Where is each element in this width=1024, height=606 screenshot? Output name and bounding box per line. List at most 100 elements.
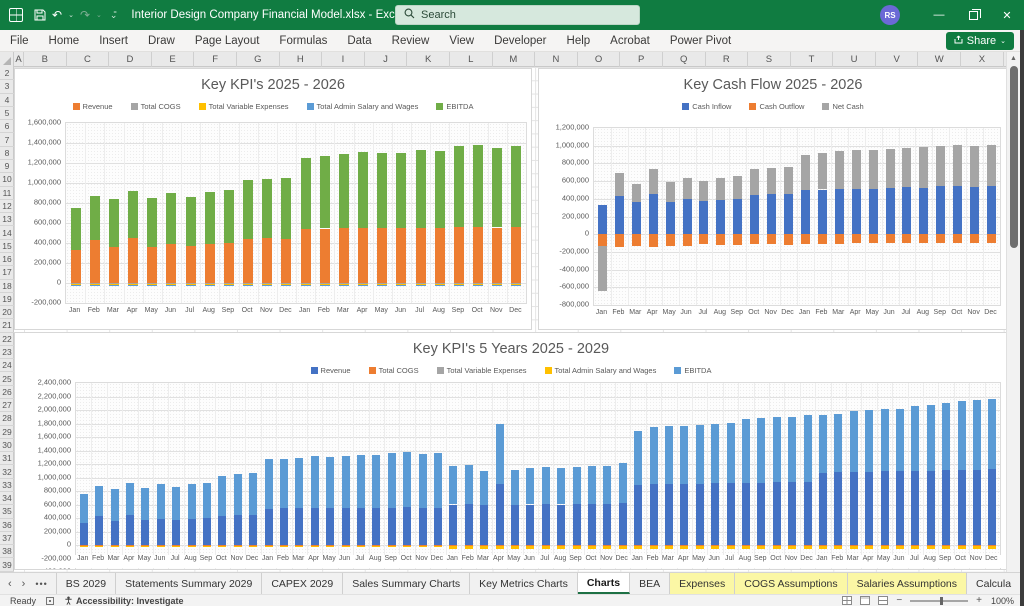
zoom-in-button[interactable]: + <box>976 595 982 606</box>
select-all-corner[interactable] <box>0 52 14 67</box>
column-header-B[interactable]: B <box>24 52 67 67</box>
row-header-14[interactable]: 14 <box>0 226 14 239</box>
sheet-tab-bs-2029[interactable]: BS 2029 <box>56 573 116 594</box>
ribbon-tab-review[interactable]: Review <box>382 30 440 52</box>
column-header-V[interactable]: V <box>876 52 919 67</box>
row-header-31[interactable]: 31 <box>0 452 14 465</box>
sheet-tab-key-metrics-charts[interactable]: Key Metrics Charts <box>470 573 578 594</box>
column-header-E[interactable]: E <box>152 52 195 67</box>
ribbon-tab-formulas[interactable]: Formulas <box>269 30 337 52</box>
excel-app-icon[interactable] <box>8 7 24 23</box>
ribbon-tab-draw[interactable]: Draw <box>138 30 185 52</box>
ribbon-tab-view[interactable]: View <box>439 30 484 52</box>
row-header-2[interactable]: 2 <box>0 67 14 80</box>
ribbon-tab-developer[interactable]: Developer <box>484 30 556 52</box>
row-header-32[interactable]: 32 <box>0 465 14 478</box>
row-header-6[interactable]: 6 <box>0 120 14 133</box>
row-header-20[interactable]: 20 <box>0 306 14 319</box>
sheet-tab-capex-2029[interactable]: CAPEX 2029 <box>262 573 343 594</box>
row-header-35[interactable]: 35 <box>0 505 14 518</box>
row-header-27[interactable]: 27 <box>0 399 14 412</box>
vertical-scrollbar[interactable]: ▲ <box>1006 52 1020 572</box>
row-header-16[interactable]: 16 <box>0 253 14 266</box>
ribbon-tab-home[interactable]: Home <box>39 30 90 52</box>
column-header-F[interactable]: F <box>194 52 237 67</box>
row-header-25[interactable]: 25 <box>0 372 14 385</box>
ribbon-tab-file[interactable]: File <box>0 30 39 52</box>
row-header-34[interactable]: 34 <box>0 492 14 505</box>
row-header-22[interactable]: 22 <box>0 333 14 346</box>
column-header-H[interactable]: H <box>280 52 323 67</box>
row-header-11[interactable]: 11 <box>0 187 14 200</box>
column-header-N[interactable]: N <box>535 52 578 67</box>
undo-icon[interactable]: ↶ <box>52 8 62 22</box>
vertical-scrollbar-thumb[interactable] <box>1010 66 1018 248</box>
sheet-nav-right-icon[interactable]: › <box>22 578 26 590</box>
undo-caret-icon[interactable]: ⌄ <box>68 12 74 19</box>
sheet-tab-calcula[interactable]: Calcula <box>967 573 1021 594</box>
ribbon-tab-page-layout[interactable]: Page Layout <box>185 30 270 52</box>
column-header-W[interactable]: W <box>918 52 961 67</box>
column-header-C[interactable]: C <box>67 52 110 67</box>
sheet-tab-cogs-assumptions[interactable]: COGS Assumptions <box>735 573 847 594</box>
row-header-13[interactable]: 13 <box>0 213 14 226</box>
row-header-17[interactable]: 17 <box>0 266 14 279</box>
column-header-O[interactable]: O <box>578 52 621 67</box>
ribbon-tab-power-pivot[interactable]: Power Pivot <box>660 30 741 52</box>
close-button[interactable]: ✕ <box>990 0 1024 30</box>
chart-key-cash-flow-2025-2026[interactable]: Key Cash Flow 2025 - 2026 Cash InflowCas… <box>538 68 1006 330</box>
redo-caret-icon[interactable]: ⌄ <box>96 12 102 19</box>
customize-qat-icon[interactable]: ⌄̄ <box>110 10 118 21</box>
row-header-15[interactable]: 15 <box>0 240 14 253</box>
share-button[interactable]: Share ⌄ <box>946 32 1014 50</box>
chart-key-kpis-2025-2026[interactable]: Key KPI's 2025 - 2026 RevenueTotal COGST… <box>14 68 532 330</box>
column-header-S[interactable]: S <box>748 52 791 67</box>
sheet-nav-left-icon[interactable]: ‹ <box>8 578 12 590</box>
row-header-37[interactable]: 37 <box>0 532 14 545</box>
ribbon-tab-help[interactable]: Help <box>557 30 601 52</box>
page-layout-view-icon[interactable] <box>860 596 870 605</box>
accessibility-status[interactable]: Accessibility: Investigate <box>64 596 184 606</box>
sheet-tab-sales-summary-charts[interactable]: Sales Summary Charts <box>343 573 470 594</box>
row-header-5[interactable]: 5 <box>0 107 14 120</box>
row-header-29[interactable]: 29 <box>0 426 14 439</box>
user-avatar[interactable]: RS <box>880 5 900 25</box>
row-header-7[interactable]: 7 <box>0 133 14 146</box>
save-icon[interactable] <box>34 9 46 21</box>
column-header-J[interactable]: J <box>365 52 408 67</box>
row-header-12[interactable]: 12 <box>0 200 14 213</box>
ribbon-tab-acrobat[interactable]: Acrobat <box>600 30 660 52</box>
chart-key-kpis-5-years-2025-2029[interactable]: Key KPI's 5 Years 2025 - 2029 RevenueTot… <box>14 332 1006 570</box>
row-header-3[interactable]: 3 <box>0 80 14 93</box>
row-header-23[interactable]: 23 <box>0 346 14 359</box>
row-header-10[interactable]: 10 <box>0 173 14 186</box>
column-header-P[interactable]: P <box>620 52 663 67</box>
row-header-36[interactable]: 36 <box>0 519 14 532</box>
column-header-I[interactable]: I <box>322 52 365 67</box>
row-header-26[interactable]: 26 <box>0 386 14 399</box>
row-header-28[interactable]: 28 <box>0 412 14 425</box>
row-header-8[interactable]: 8 <box>0 147 14 160</box>
row-header-38[interactable]: 38 <box>0 545 14 558</box>
page-break-view-icon[interactable] <box>878 596 888 605</box>
column-header-T[interactable]: T <box>791 52 834 67</box>
column-header-R[interactable]: R <box>706 52 749 67</box>
column-header-L[interactable]: L <box>450 52 493 67</box>
minimize-button[interactable]: — <box>922 0 956 30</box>
sheet-tab-expenses[interactable]: Expenses <box>670 573 735 594</box>
row-header-21[interactable]: 21 <box>0 319 14 332</box>
zoom-out-button[interactable]: − <box>896 595 902 606</box>
column-header-D[interactable]: D <box>109 52 152 67</box>
column-header-G[interactable]: G <box>237 52 280 67</box>
row-header-9[interactable]: 9 <box>0 160 14 173</box>
row-header-18[interactable]: 18 <box>0 280 14 293</box>
restore-button[interactable] <box>956 0 990 30</box>
ribbon-tab-insert[interactable]: Insert <box>89 30 138 52</box>
zoom-slider[interactable] <box>910 600 968 602</box>
sheet-tab-statements-summary-2029[interactable]: Statements Summary 2029 <box>116 573 262 594</box>
row-header-39[interactable]: 39 <box>0 558 14 571</box>
sheet-nav-more-icon[interactable]: ••• <box>35 579 47 589</box>
normal-view-icon[interactable] <box>842 596 852 605</box>
sheet-tab-charts[interactable]: Charts <box>578 573 630 594</box>
sheet-tab-salaries-assumptions[interactable]: Salaries Assumptions <box>848 573 967 594</box>
